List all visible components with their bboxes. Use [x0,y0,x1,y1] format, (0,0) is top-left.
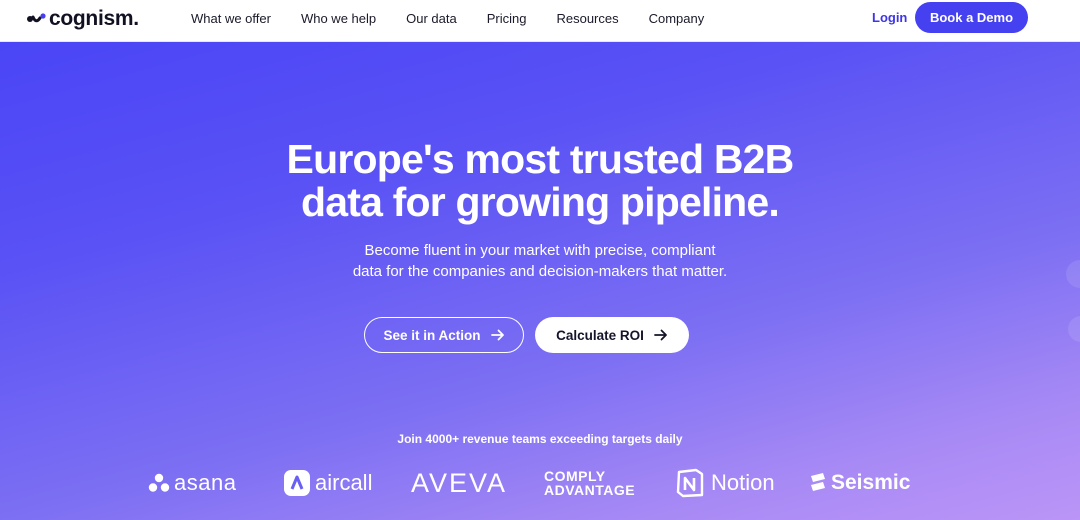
logo-wordmark: cognism. [49,7,139,30]
comply-advantage-logo: COMPLY ADVANTAGE [544,465,635,501]
hero-headline: Europe's most trusted B2B data for growi… [0,138,1080,224]
aircall-logo: aircall [284,465,372,501]
arrow-right-icon [490,329,505,341]
hero-subheading: Become fluent in your market with precis… [0,240,1080,282]
comply-wordmark: COMPLY [544,467,606,484]
nav-item-pricing[interactable]: Pricing [487,11,527,26]
nav-item-what-we-offer[interactable]: What we offer [191,11,271,26]
calculate-roi-button[interactable]: Calculate ROI [535,317,689,353]
seismic-logo: Seismic [809,465,910,501]
nav-item-our-data[interactable]: Our data [406,11,457,26]
asana-dots-icon [148,473,170,492]
advantage-wordmark: ADVANTAGE [544,481,636,498]
aveva-logo: AVEVA [411,465,507,501]
headline-line-2: data for growing pipeline. [300,179,780,225]
cognism-logo[interactable]: cognism. [26,7,139,30]
seismic-s-icon [811,473,825,491]
notion-logo: Notion [676,465,775,501]
see-it-in-action-button[interactable]: See it in Action [364,317,524,353]
login-link[interactable]: Login [872,10,907,25]
aircall-wordmark: aircall [315,470,373,495]
hero-section: Europe's most trusted B2B data for growi… [0,42,1080,520]
subheading-line-2: data for the companies and decision-make… [352,263,728,280]
nav-item-who-we-help[interactable]: Who we help [301,11,376,26]
aveva-wordmark: AVEVA [411,467,508,498]
headline-line-1: Europe's most trusted B2B [286,136,795,182]
main-nav: What we offer Who we help Our data Prici… [191,0,734,36]
nav-item-company[interactable]: Company [649,11,705,26]
nav-item-resources[interactable]: Resources [556,11,618,26]
social-proof-caption: Join 4000+ revenue teams exceeding targe… [397,432,683,446]
calculate-roi-label: Calculate ROI [556,327,644,343]
seismic-wordmark: Seismic [831,471,911,494]
top-navigation-bar: cognism. What we offer Who we help Our d… [0,0,1080,42]
customer-logos-row: asana aircall AVEVA COMPLY ADVANTAGE Not… [0,465,1080,501]
asana-logo: asana [148,465,236,501]
decorative-circle [1068,316,1080,342]
asana-wordmark: asana [174,470,237,495]
notion-n-icon [676,468,704,498]
arrow-right-icon [653,329,668,341]
subheading-line-1: Become fluent in your market with precis… [364,242,716,259]
see-it-in-action-label: See it in Action [383,327,481,343]
book-demo-button[interactable]: Book a Demo [915,2,1028,33]
cognism-logo-mark-icon [27,13,46,23]
notion-wordmark: Notion [711,470,775,495]
aircall-badge-icon [284,470,310,496]
